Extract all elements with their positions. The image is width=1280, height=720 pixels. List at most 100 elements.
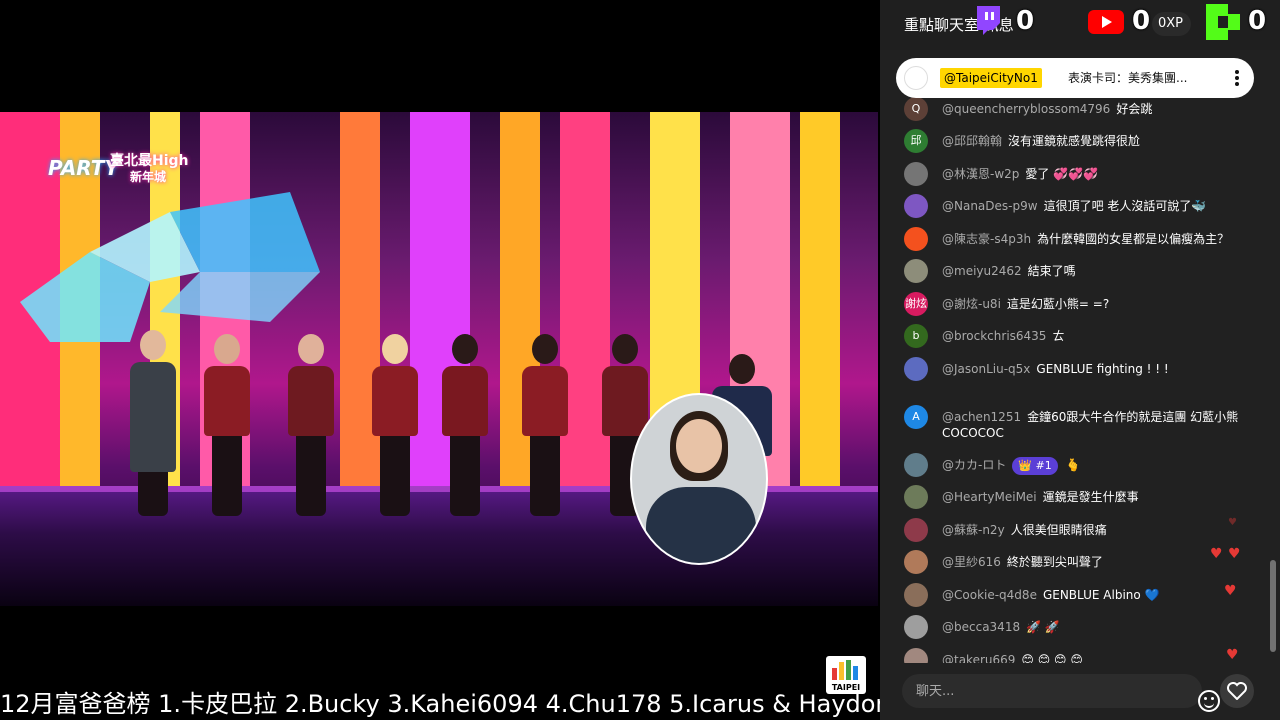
user-avatar[interactable] — [904, 226, 928, 251]
user-avatar[interactable] — [904, 161, 928, 186]
heart-icon — [1227, 682, 1247, 700]
video-player[interactable]: PARTY 臺北最High 新年城 — [0, 112, 878, 606]
chat-message-body: @NanaDes-p9w 這很頂了吧 老人沒話可說了🐳 — [942, 198, 1242, 214]
chat-message-body: @becca3418 🚀 🚀 — [942, 619, 1242, 635]
emoji-icon[interactable] — [1198, 690, 1220, 712]
chat-message-body: @HeartyMeiMei 運鏡是發生什麼事 — [942, 489, 1242, 505]
user-avatar[interactable]: 邱 — [904, 129, 928, 153]
chat-username[interactable]: @queencherryblossom4796 — [942, 102, 1110, 116]
user-avatar[interactable]: Q — [904, 96, 928, 121]
performer — [522, 334, 568, 516]
user-avatar[interactable] — [904, 356, 928, 381]
chat-text: 終於聽到尖叫聲了 — [1006, 555, 1103, 569]
user-avatar[interactable] — [904, 194, 928, 218]
user-avatar[interactable] — [904, 582, 928, 607]
rank-badge: 👑 #1 — [1012, 456, 1058, 475]
chat-scrollbar[interactable] — [1270, 560, 1276, 652]
chat-input-container — [902, 674, 1220, 712]
chat-username[interactable]: @JasonLiu-q5x — [942, 362, 1030, 376]
chat-message-body: @謝炫-u8i 這是幻藍小熊= =? — [942, 296, 1242, 312]
floating-heart-icon: ♥ — [1228, 546, 1241, 562]
chat-emoji: 🫰 — [1065, 458, 1081, 472]
chat-message-body: @Cookie-q4d8e GENBLUE Albino 💙 — [942, 587, 1242, 603]
donor-leaderboard-ticker: 12月富爸爸榜 1.卡皮巴拉 2.Bucky 3.Kahei6094 4.Chu… — [0, 690, 880, 718]
chat-text: GENBLUE fighting ! ! ! — [1036, 361, 1169, 376]
twitch-count: 0 — [1016, 6, 1035, 36]
stream-overlay: PARTY 臺北最High 新年城 TAIPEI 12月富爸爸榜 1.卡皮巴拉 … — [0, 0, 1280, 720]
chat-username[interactable]: @林漢恩-w2p — [942, 167, 1019, 181]
performer — [442, 334, 488, 516]
chat-message-body: @邱邱翰翰 沒有運鏡就感覺跳得很尬 — [942, 133, 1242, 149]
kick-count: 0 — [1248, 6, 1267, 36]
chat-username[interactable]: @meiyu2462 — [942, 264, 1022, 278]
chat-message-list[interactable]: @Alan-rrq9n沒人知道並要走誰Q@queencherryblossom4… — [880, 88, 1272, 663]
floating-heart-icon: ♥ — [1228, 517, 1237, 528]
event-logo-title: 臺北最High — [110, 153, 189, 169]
chat-text: 這很頂了吧 老人沒話可說了🐳 — [1043, 199, 1207, 213]
user-avatar[interactable] — [904, 550, 928, 574]
crystal-graphic — [20, 192, 320, 342]
chat-message-body: @林漢恩-w2p 愛了 💞💞💞 — [942, 166, 1242, 182]
chat-username[interactable]: @Cookie-q4d8e — [942, 588, 1037, 602]
user-avatar[interactable] — [904, 647, 928, 663]
chat-username[interactable]: @カカ-ロト — [942, 458, 1006, 472]
chat-message-body: @陳志豪-s4p3h 為什麼韓國的女星都是以偏瘦為主？ — [942, 231, 1242, 247]
performer — [204, 334, 250, 516]
pinned-text: 表演卡司：美秀集團... — [1068, 71, 1188, 85]
heart-reaction-button[interactable] — [1220, 674, 1254, 708]
pinned-username[interactable]: @TaipeiCityNo1 — [940, 68, 1042, 88]
event-logo: PARTY 臺北最High 新年城 — [48, 144, 198, 190]
user-avatar[interactable] — [904, 517, 928, 542]
chat-text: 結束了嗎 — [1027, 264, 1076, 278]
user-avatar[interactable]: 謝炫 — [904, 291, 928, 316]
chat-text: 😊 😊 😊 😊 — [1021, 652, 1083, 664]
performer — [372, 334, 418, 516]
chat-panel: @Alan-rrq9n沒人知道並要走誰Q@queencherryblossom4… — [880, 50, 1280, 720]
xp-label: 0XP — [1158, 16, 1184, 31]
chat-username[interactable]: @邱邱翰翰 — [942, 134, 1002, 148]
chat-message-body: @achen1251 金鐘60跟大牛合作的就是這團 幻藍小熊COCOCOC — [942, 409, 1242, 441]
chat-text: 好会跳 — [1116, 101, 1153, 116]
chat-message-body: @里紗616 終於聽到尖叫聲了 — [942, 554, 1242, 570]
chat-username[interactable]: @NanaDes-p9w — [942, 199, 1038, 213]
more-options-icon[interactable] — [1234, 68, 1240, 88]
chat-text: GENBLUE Albino 💙 — [1042, 587, 1160, 602]
pinned-message[interactable]: @TaipeiCityNo1 表演卡司：美秀集團... — [896, 58, 1254, 98]
youtube-icon — [1088, 10, 1124, 34]
chat-text: 沒有運鏡就感覺跳得很尬 — [1008, 134, 1141, 148]
floating-heart-icon: ♥ — [1224, 583, 1237, 599]
chat-message-body: @meiyu2462 結束了嗎 — [942, 263, 1242, 279]
user-avatar[interactable] — [904, 485, 928, 509]
chat-message-body: @takeru669 😊 😊 😊 😊 — [942, 652, 1242, 664]
chat-text: 這是幻藍小熊= =? — [1006, 296, 1110, 311]
sign-language-interpreter — [630, 393, 768, 565]
floating-heart-icon: ♥ — [1226, 647, 1239, 663]
chat-username[interactable]: @becca3418 — [942, 620, 1020, 634]
user-avatar[interactable] — [904, 259, 928, 283]
user-avatar[interactable]: A — [904, 404, 928, 429]
performer — [130, 330, 176, 516]
chat-username[interactable]: @achen1251 — [942, 410, 1021, 424]
xp-counter: 0XP — [1152, 12, 1192, 36]
chat-username[interactable]: @HeartyMeiMei — [942, 490, 1037, 504]
chat-input-bar — [880, 664, 1280, 720]
kick-icon — [1206, 4, 1240, 40]
user-avatar[interactable]: b — [904, 324, 928, 348]
user-avatar[interactable] — [904, 615, 928, 639]
chat-message-body: @brockchris6435 ㄊ — [942, 328, 1242, 344]
chat-message-body: @queencherryblossom4796 好会跳 — [942, 101, 1242, 117]
chat-username[interactable]: @陳志豪-s4p3h — [942, 232, 1031, 246]
chat-username[interactable]: @brockchris6435 — [942, 329, 1046, 343]
chat-username[interactable]: @謝炫-u8i — [942, 297, 1001, 311]
chat-message-body: @蘇蘇-n2y 人很美但眼睛很痛 — [942, 522, 1242, 538]
chat-username[interactable]: @蘇蘇-n2y — [942, 523, 1005, 537]
chat-text: ㄊ — [1052, 329, 1065, 343]
chat-text: 為什麼韓國的女星都是以偏瘦為主？ — [1037, 231, 1230, 246]
chat-username[interactable]: @takeru669 — [942, 653, 1015, 664]
chat-input[interactable] — [902, 674, 1172, 708]
pinned-avatar — [904, 66, 928, 90]
user-avatar[interactable] — [904, 452, 928, 477]
event-logo-party: PARTY — [48, 156, 119, 180]
floating-heart-icon: ♥ — [1210, 546, 1223, 562]
chat-username[interactable]: @里紗616 — [942, 555, 1001, 569]
